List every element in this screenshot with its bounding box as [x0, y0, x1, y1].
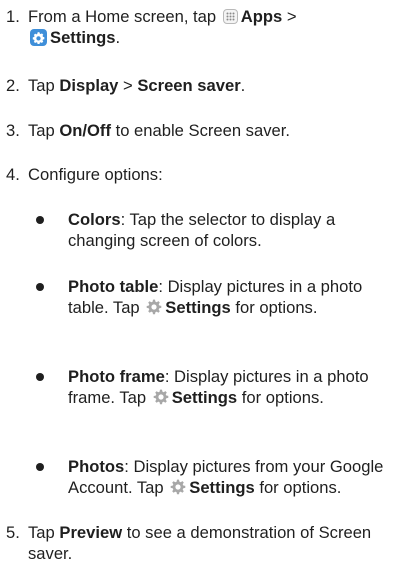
option-photos: Photos: Display pictures from your Googl…	[36, 456, 401, 498]
on-off-label: On/Off	[59, 121, 111, 140]
settings-label: Settings	[50, 28, 116, 47]
step-number: 5.	[6, 523, 20, 542]
settings-label: Settings	[189, 478, 255, 497]
option-text: Photos: Display pictures from your Googl…	[68, 457, 384, 497]
option-term: Photos	[68, 457, 125, 476]
option-text: Photo frame: Display pictures in a photo…	[68, 367, 369, 407]
step-number: 2.	[6, 76, 20, 95]
step-text: Tap Preview to see a demonstration of Sc…	[28, 523, 372, 563]
step-text: Tap On/Off to enable Screen saver.	[28, 121, 290, 140]
bullet	[36, 216, 44, 224]
settings-app-icon	[30, 29, 47, 46]
option-term: Colors	[68, 210, 121, 229]
option-text: Colors: Tap the selector to display a ch…	[68, 210, 336, 250]
gear-icon	[146, 299, 162, 315]
settings-label: Settings	[171, 388, 238, 407]
step-2: 2. Tap Display > Screen saver.	[6, 75, 401, 96]
option-term: Photo table	[68, 277, 159, 296]
apps-grid-icon	[222, 9, 238, 24]
step-1: 1. From a Home screen, tap Apps > Setting…	[6, 6, 401, 48]
step-text: From a Home screen, tap Apps > Settings.	[28, 7, 297, 47]
settings-label: Settings	[165, 298, 231, 317]
option-text: Photo table: Display pictures in a photo…	[68, 277, 363, 317]
step-5: 5. Tap Preview to see a demonstration of…	[6, 522, 401, 564]
gear-icon	[170, 479, 186, 495]
bullet	[36, 373, 44, 381]
preview-label: Preview	[59, 523, 123, 542]
option-colors: Colors: Tap the selector to display a ch…	[36, 209, 401, 251]
step-text: Configure options:	[28, 165, 163, 184]
step-text: Tap Display > Screen saver.	[28, 76, 246, 95]
bullet	[36, 283, 44, 291]
option-term: Photo frame	[68, 367, 165, 386]
step-number: 1.	[6, 7, 20, 26]
apps-label: Apps	[240, 7, 283, 26]
gear-icon	[153, 389, 169, 405]
step-number: 3.	[6, 121, 20, 140]
display-label: Display	[59, 76, 119, 95]
option-photo-table: Photo table: Display pictures in a photo…	[36, 276, 401, 318]
step-4: 4. Configure options:	[6, 164, 401, 185]
bullet	[36, 463, 44, 471]
option-photo-frame: Photo frame: Display pictures in a photo…	[36, 366, 401, 408]
screen-saver-label: Screen saver	[137, 76, 241, 95]
step-3: 3. Tap On/Off to enable Screen saver.	[6, 120, 401, 141]
step-number: 4.	[6, 165, 20, 184]
